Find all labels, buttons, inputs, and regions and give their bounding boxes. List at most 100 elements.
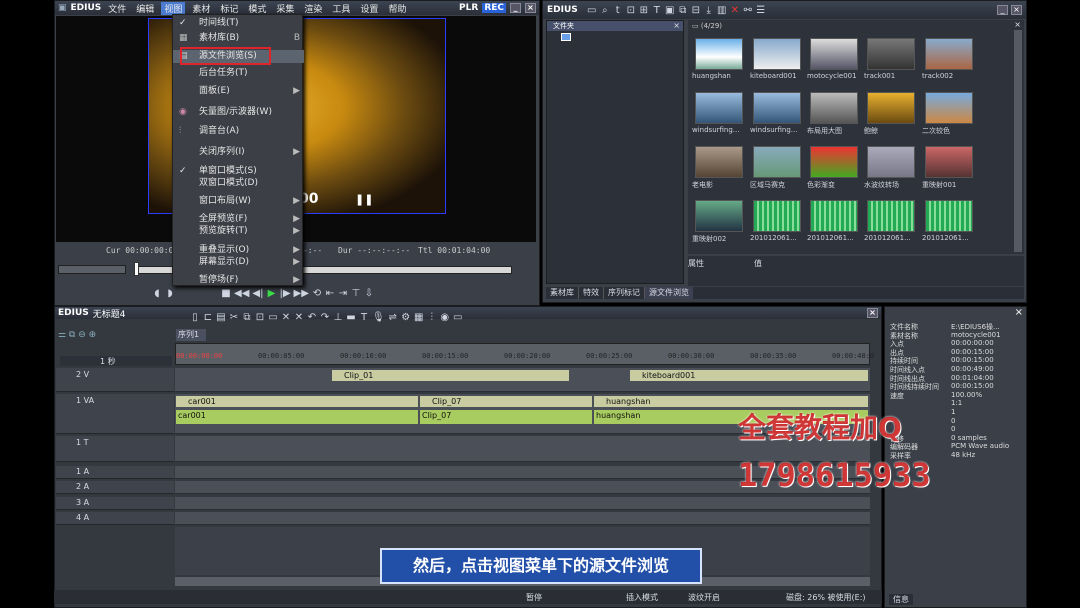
clip-thumbnail[interactable] xyxy=(810,92,858,124)
view-menu-item-timeline[interactable]: ✓ 时间线(T) xyxy=(173,17,304,30)
track-header-1va[interactable]: 1 VA xyxy=(56,394,174,434)
bin-close-icon[interactable]: × xyxy=(1011,5,1022,15)
zoom-control[interactable]: 1 秒 xyxy=(60,356,172,366)
view-menu-item-onscreen[interactable]: 屏幕显示(D) ▶ xyxy=(173,256,304,269)
playhead-handle[interactable] xyxy=(134,262,139,276)
replace-icon[interactable]: ▭ xyxy=(268,312,278,323)
menu-marker[interactable]: 标记 xyxy=(217,2,241,15)
paste-icon[interactable]: ⊟ xyxy=(691,5,701,16)
clip-scrollbar[interactable] xyxy=(1014,30,1022,252)
open-icon[interactable]: ⊞ xyxy=(639,5,649,16)
rec-label[interactable]: REC xyxy=(482,3,506,13)
render-icon[interactable]: ▬ xyxy=(346,312,356,323)
ripple-delete-icon[interactable]: ✕ xyxy=(294,312,304,323)
capture-icon[interactable]: ▣ xyxy=(665,5,675,16)
cut-icon[interactable]: ✂ xyxy=(229,312,239,323)
grid-icon[interactable]: ▦ xyxy=(414,312,424,323)
delete-icon[interactable]: ✕ xyxy=(730,5,740,16)
timeline-add-icon[interactable]: ⤓ xyxy=(704,5,714,16)
close-icon[interactable]: × xyxy=(525,3,536,13)
undo-icon[interactable]: ↶ xyxy=(307,312,317,323)
clip-thumbnail[interactable] xyxy=(753,38,801,70)
title-tool-icon[interactable]: T xyxy=(359,312,369,323)
step-back-icon[interactable]: ◀| xyxy=(252,288,263,299)
bin-minimize-icon[interactable]: _ xyxy=(997,5,1008,15)
menu-mode[interactable]: 模式 xyxy=(245,2,269,15)
minimize-icon[interactable]: _ xyxy=(510,3,521,13)
jog-slider[interactable] xyxy=(58,265,126,274)
step-forward-icon[interactable]: |▶ xyxy=(279,288,290,299)
tab-bin[interactable]: 素材库 xyxy=(546,287,579,299)
menu-view[interactable]: 视图 xyxy=(161,1,186,15)
extract-icon[interactable]: ⊤ xyxy=(351,288,361,299)
clip-thumbnail[interactable] xyxy=(867,92,915,124)
view-menu-item-mixer[interactable]: ⫶ 调音台(A) xyxy=(173,125,304,138)
copy-clip-icon[interactable]: ⧉ xyxy=(242,312,252,323)
marker-icon[interactable]: ⊥ xyxy=(333,312,343,323)
clip-thumbnail[interactable] xyxy=(925,92,973,124)
track-4a[interactable] xyxy=(175,512,870,525)
layout-icon[interactable]: ▭ xyxy=(453,312,463,323)
folder-icon[interactable]: ▭ xyxy=(587,5,597,16)
mic-icon[interactable]: 🎙 xyxy=(372,312,385,323)
clip-thumbnail[interactable] xyxy=(867,38,915,70)
clip-thumbnail[interactable] xyxy=(695,92,743,124)
clip-thumbnail[interactable] xyxy=(925,200,973,232)
tab-source-browser[interactable]: 源文件浏览 xyxy=(645,287,693,299)
new-sequence-icon[interactable]: ▯ xyxy=(190,312,200,323)
clip-thumbnail[interactable] xyxy=(925,38,973,70)
list-view-icon[interactable]: ☰ xyxy=(756,5,766,16)
overwrite-icon[interactable]: ⇥ xyxy=(338,288,348,299)
clip-thumbnail[interactable] xyxy=(925,146,973,178)
paste-clip-icon[interactable]: ⊡ xyxy=(255,312,265,323)
open-project-icon[interactable]: ⊏ xyxy=(203,312,213,323)
menu-edit[interactable]: 编辑 xyxy=(133,2,157,15)
search-icon[interactable]: ⌕ xyxy=(600,5,610,16)
info-close-icon[interactable]: × xyxy=(1015,307,1023,318)
rewind-icon[interactable]: ◀◀ xyxy=(234,288,249,299)
vectorscope-tool-icon[interactable]: ◉ xyxy=(440,312,450,323)
copy-icon[interactable]: ⧉ xyxy=(678,5,688,16)
view-menu-item-rotate[interactable]: 预览旋转(T) ▶ xyxy=(173,225,304,238)
set-out-icon[interactable]: ◗ xyxy=(165,288,175,299)
view-menu-item-dual-window[interactable]: 双窗口模式(D) xyxy=(173,177,304,190)
view-menu-item-background-tasks[interactable]: 后台任务(T) xyxy=(173,67,304,80)
loop-icon[interactable]: ⟲ xyxy=(312,288,322,299)
clip-thumbnail[interactable] xyxy=(695,146,743,178)
view-menu-item-vectorscope[interactable]: ◉ 矢量图/示波器(W) xyxy=(173,106,304,119)
clip-thumbnail[interactable] xyxy=(810,200,858,232)
menu-settings[interactable]: 设置 xyxy=(357,2,381,15)
redo-icon[interactable]: ↷ xyxy=(320,312,330,323)
mode-icon[interactable]: ⇌ xyxy=(388,312,398,323)
clip-thumbnail[interactable] xyxy=(810,38,858,70)
info-tab[interactable]: 信息 xyxy=(889,594,913,605)
clip-thumbnail[interactable] xyxy=(695,200,743,232)
clip-thumbnail[interactable] xyxy=(810,146,858,178)
close-folder-panel-icon[interactable]: × xyxy=(673,21,680,30)
track-header-1a[interactable]: 1 A xyxy=(56,466,174,479)
clip-audio-car001[interactable]: car001 xyxy=(176,410,418,424)
track-header-3a[interactable]: 3 A xyxy=(56,497,174,510)
export-icon[interactable]: ⇩ xyxy=(364,288,374,299)
fast-forward-icon[interactable]: ▶▶ xyxy=(294,288,309,299)
stop-icon[interactable]: ■ xyxy=(221,288,231,299)
track-header-2a[interactable]: 2 A xyxy=(56,481,174,494)
clip-thumbnail[interactable] xyxy=(753,92,801,124)
view-icon[interactable]: ⚯ xyxy=(743,5,753,16)
clip-thumbnail[interactable] xyxy=(753,146,801,178)
view-menu-item-window-layout[interactable]: 窗口布局(W) ▶ xyxy=(173,195,304,208)
menu-file[interactable]: 文件 xyxy=(105,2,129,15)
clip-thumbnail[interactable] xyxy=(867,146,915,178)
clip-thumbnail[interactable] xyxy=(753,200,801,232)
plr-label[interactable]: PLR xyxy=(459,3,478,13)
menu-help[interactable]: 帮助 xyxy=(385,2,409,15)
clip-thumbnail[interactable] xyxy=(695,38,743,70)
track-header-4a[interactable]: 4 A xyxy=(56,512,174,525)
track-header-1t[interactable]: 1 T xyxy=(56,436,174,462)
properties-icon[interactable]: ▥ xyxy=(717,5,727,16)
track-header-2v[interactable]: 2 V xyxy=(56,368,174,392)
menu-render[interactable]: 渲染 xyxy=(301,2,325,15)
play-icon[interactable]: ▶ xyxy=(266,288,276,299)
tab-sequence-markers[interactable]: 序列标记 xyxy=(604,287,645,299)
delete-clip-icon[interactable]: ✕ xyxy=(281,312,291,323)
